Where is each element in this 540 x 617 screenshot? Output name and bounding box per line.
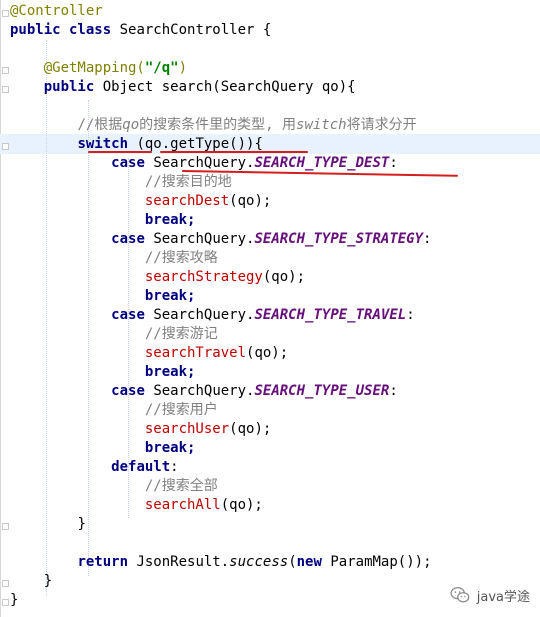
comment: //搜索攻略: [144, 250, 218, 266]
constant: SEARCH_TYPE_DEST: [254, 155, 390, 171]
keyword: default: [111, 459, 171, 475]
switch-underline: [88, 151, 152, 153]
class-declaration: SearchController {: [111, 22, 272, 38]
keyword: break;: [144, 288, 196, 304]
comment: //搜索游记: [144, 326, 218, 342]
code-editor[interactable]: @Controller public class SearchControlle…: [0, 0, 540, 617]
fold-marker-icon[interactable]: [2, 143, 9, 150]
keyword: case: [111, 155, 145, 171]
annotation: @Controller: [10, 3, 103, 19]
fold-marker-icon[interactable]: [2, 10, 9, 17]
code-line-32[interactable]: }: [10, 591, 18, 610]
keyword: break;: [144, 440, 196, 456]
code-line-30[interactable]: return JsonResult.success(new ParamMap()…: [10, 553, 431, 572]
switch-expression: (qo.getType()){: [128, 136, 263, 152]
code-line-28[interactable]: }: [10, 515, 86, 534]
closing-brace: }: [43, 573, 53, 589]
keyword: break;: [144, 212, 196, 228]
comment: //搜索目的地: [144, 174, 232, 190]
code-line-11[interactable]: searchDest(qo);: [10, 192, 271, 211]
keyword: new: [296, 554, 322, 570]
annotation: @GetMapping(: [43, 60, 145, 76]
keyword: case: [111, 231, 145, 247]
code-line-18[interactable]: //搜索游记: [10, 325, 218, 344]
watermark-label: java学途: [476, 589, 530, 605]
keyword: return: [77, 554, 129, 570]
code-line-1[interactable]: @Controller: [10, 2, 103, 21]
fold-marker-icon[interactable]: [2, 580, 9, 587]
fold-marker-icon[interactable]: [2, 599, 9, 606]
keyword: case: [111, 307, 145, 323]
class-reference: SearchQuery.: [153, 307, 255, 323]
code-line-14[interactable]: //搜索攻略: [10, 249, 218, 268]
code-line-5[interactable]: public Object search(SearchQuery qo){: [10, 78, 356, 97]
code-line-20[interactable]: break;: [10, 363, 196, 382]
comment: //搜索用户: [144, 402, 218, 418]
closing-brace: }: [10, 592, 19, 608]
code-line-19[interactable]: searchTravel(qo);: [10, 344, 288, 363]
fold-marker-icon[interactable]: [2, 86, 9, 93]
class-reference: SearchQuery.: [153, 383, 255, 399]
code-line-15[interactable]: searchStrategy(qo);: [10, 268, 305, 287]
closing-brace: }: [77, 516, 86, 532]
class-reference: SearchQuery.: [153, 155, 255, 171]
code-line-27[interactable]: searchAll(qo);: [10, 496, 263, 515]
string-literal: "/q": [144, 60, 179, 76]
constant: SEARCH_TYPE_USER: [254, 383, 390, 399]
code-line-17[interactable]: case SearchQuery.SEARCH_TYPE_TRAVEL:: [10, 306, 414, 325]
code-line-7[interactable]: //根据qo的搜索条件里的类型, 用switch将请求分开: [10, 116, 417, 135]
keyword: switch: [77, 136, 129, 152]
code-line-25[interactable]: default:: [10, 458, 178, 477]
code-line-2[interactable]: public class SearchController {: [10, 21, 271, 40]
keyword: break;: [144, 364, 196, 380]
comment: //根据qo的搜索条件里的类型, 用switch将请求分开: [77, 117, 417, 133]
code-line-23[interactable]: searchUser(qo);: [10, 420, 271, 439]
keyword: case: [111, 383, 145, 399]
code-line-16[interactable]: break;: [10, 287, 196, 306]
constant: SEARCH_TYPE_STRATEGY: [254, 231, 424, 247]
annotation: ): [178, 60, 188, 76]
code-line-26[interactable]: //搜索全部: [10, 477, 218, 496]
code-line-13[interactable]: case SearchQuery.SEARCH_TYPE_STRATEGY:: [10, 230, 431, 249]
method-call: searchAll: [144, 497, 221, 513]
gutter: [0, 0, 1, 617]
code-line-10[interactable]: //搜索目的地: [10, 173, 232, 192]
wechat-icon: [450, 587, 470, 603]
comment: //搜索全部: [144, 478, 218, 494]
code-line-21[interactable]: case SearchQuery.SEARCH_TYPE_USER:: [10, 382, 398, 401]
code-line-24[interactable]: break;: [10, 439, 196, 458]
method-signature: Object search(SearchQuery qo){: [94, 79, 356, 95]
constant: SEARCH_TYPE_TRAVEL: [254, 307, 407, 323]
fold-marker-icon[interactable]: [2, 67, 9, 74]
keyword: public class: [10, 22, 112, 38]
code-line-12[interactable]: break;: [10, 211, 196, 230]
method-call: searchDest: [144, 193, 230, 209]
code-line-4[interactable]: @GetMapping("/q"): [10, 59, 187, 78]
keyword: public: [43, 79, 95, 95]
switch-expression-underline: [160, 151, 308, 153]
class-reference: SearchQuery.: [153, 231, 255, 247]
method-call: searchTravel: [144, 345, 247, 361]
static-method: success: [229, 554, 289, 570]
method-call: searchStrategy: [144, 269, 263, 285]
watermark: java学途: [449, 583, 530, 607]
fold-marker-icon[interactable]: [2, 523, 9, 530]
code-line-31[interactable]: }: [10, 572, 52, 591]
method-call: searchUser: [144, 421, 230, 437]
code-line-22[interactable]: //搜索用户: [10, 401, 218, 420]
